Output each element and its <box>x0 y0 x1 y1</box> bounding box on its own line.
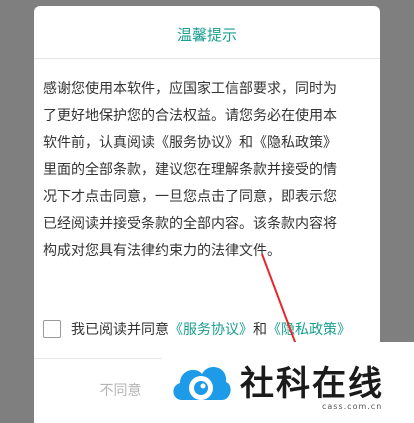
agree-prefix: 我已阅读并同意 <box>71 322 169 338</box>
agree-conjunction: 和 <box>253 322 267 338</box>
agree-text: 我已阅读并同意《服务协议》和《隐私政策》 <box>71 318 351 342</box>
dialog-title: 温馨提示 <box>176 26 237 44</box>
privacy-policy-link[interactable]: 《隐私政策》 <box>267 322 351 338</box>
watermark: 社科在线 cass.com.cn <box>162 342 414 423</box>
agree-row: 我已阅读并同意《服务协议》和《隐私政策》 <box>43 318 374 342</box>
body-line: 已经阅读并接受条款的全部内容。该条款内容将 <box>43 216 337 232</box>
title-divider <box>34 58 380 59</box>
agree-checkbox[interactable] <box>43 320 61 338</box>
body-line: 里面的全部条款，建议您在理解条款并接受的情 <box>43 162 337 178</box>
body-line: 构成对您具有法律约束力的法律文件。 <box>43 243 281 259</box>
service-agreement-link[interactable]: 《服务协议》 <box>169 322 253 338</box>
body-line: 了更好地保护您的合法权益。请您务必在使用本 <box>43 108 337 124</box>
watermark-name: 社科在线 <box>240 364 384 404</box>
watermark-url: cass.com.cn <box>322 402 383 411</box>
dialog-body: 感谢您使用本软件，应国家工信部要求，同时为 了更好地保护您的合法权益。请您务必在… <box>43 76 372 265</box>
cloud-eye-logo-icon <box>173 367 231 400</box>
body-line: 软件前，认真阅读《服务协议》和《隐私政策》 <box>43 135 337 151</box>
body-line: 感谢您使用本软件，应国家工信部要求，同时为 <box>43 81 337 97</box>
body-line: 况下才点击同意，一旦您点击了同意，即表示您 <box>43 189 337 205</box>
